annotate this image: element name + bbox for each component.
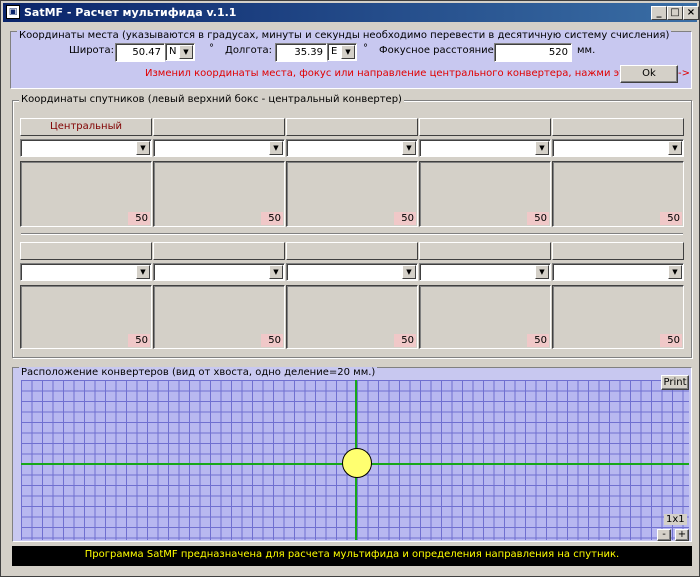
- title-bar: ▣ SatMF - Расчет мультифида v.1.1 _ □ ×: [3, 3, 699, 22]
- satellites-legend: Координаты спутников (левый верхний бокс…: [19, 94, 404, 105]
- chevron-down-icon[interactable]: ▼: [535, 265, 549, 279]
- satellite-select[interactable]: ▼: [286, 139, 418, 157]
- satellite-select[interactable]: ▼: [286, 263, 418, 281]
- satellite-header: [286, 118, 418, 136]
- satellite-value-badge: 50: [261, 212, 283, 225]
- ok-button[interactable]: Ok: [620, 65, 678, 83]
- degree-symbol: °: [209, 43, 214, 54]
- satellite-box[interactable]: 50: [419, 285, 551, 349]
- satellite-header: [153, 118, 285, 136]
- satellite-value-badge: 50: [261, 334, 283, 347]
- satellite-value-badge: 50: [660, 334, 682, 347]
- window-title: SatMF - Расчет мультифида v.1.1: [24, 6, 237, 19]
- satellite-select[interactable]: ▼: [20, 263, 152, 281]
- satellite-header: [20, 242, 152, 260]
- chevron-down-icon[interactable]: ▼: [402, 265, 416, 279]
- satellite-header: [153, 242, 285, 260]
- focus-input[interactable]: 520: [494, 43, 572, 62]
- latitude-input[interactable]: 50.47: [115, 43, 165, 62]
- main-window: ▣ SatMF - Расчет мультифида v.1.1 _ □ × …: [0, 0, 700, 577]
- chevron-down-icon[interactable]: ▼: [341, 45, 355, 59]
- satellite-box[interactable]: 50: [286, 285, 418, 349]
- satellite-value-badge: 50: [128, 334, 150, 347]
- satellite-value-badge: 50: [394, 212, 416, 225]
- latitude-direction-value: N: [169, 46, 177, 57]
- chevron-down-icon[interactable]: ▼: [136, 141, 150, 155]
- longitude-input[interactable]: 35.39: [275, 43, 327, 62]
- chevron-down-icon[interactable]: ▼: [402, 141, 416, 155]
- satellite-value-badge: 50: [660, 212, 682, 225]
- status-bar: Программа SatMF предназначена для расчет…: [12, 546, 692, 566]
- degree-symbol: °: [363, 43, 368, 54]
- satellite-header: [286, 242, 418, 260]
- satellite-value-badge: 50: [527, 212, 549, 225]
- chevron-down-icon[interactable]: ▼: [179, 45, 193, 59]
- chevron-down-icon[interactable]: ▼: [136, 265, 150, 279]
- chevron-down-icon[interactable]: ▼: [668, 265, 682, 279]
- satellite-header: [552, 242, 684, 260]
- satellite-box[interactable]: 50: [153, 285, 285, 349]
- satellite-select[interactable]: ▼: [153, 139, 285, 157]
- longitude-direction-value: E: [331, 46, 338, 57]
- satellite-box[interactable]: 50: [286, 161, 418, 227]
- satellite-select[interactable]: ▼: [153, 263, 285, 281]
- longitude-direction-select[interactable]: E ▼: [327, 43, 357, 61]
- satellite-header-central: Центральный: [20, 118, 152, 136]
- chevron-down-icon[interactable]: ▼: [535, 141, 549, 155]
- converters-layout-panel: Расположение конвертеров (вид от хвоста,…: [12, 367, 692, 542]
- chevron-down-icon[interactable]: ▼: [668, 141, 682, 155]
- satellite-box[interactable]: 50: [552, 285, 684, 349]
- chevron-down-icon[interactable]: ▼: [269, 141, 283, 155]
- latitude-direction-select[interactable]: N ▼: [165, 43, 195, 61]
- satellite-header: [552, 118, 684, 136]
- satellite-header: [419, 118, 551, 136]
- chevron-down-icon[interactable]: ▼: [269, 265, 283, 279]
- focus-unit: мм.: [577, 45, 596, 56]
- satellite-select[interactable]: ▼: [20, 139, 152, 157]
- satellite-select[interactable]: ▼: [552, 139, 684, 157]
- converters-legend: Расположение конвертеров (вид от хвоста,…: [19, 367, 378, 378]
- close-button[interactable]: ×: [683, 6, 699, 20]
- satellite-box[interactable]: 50: [552, 161, 684, 227]
- satellite-value-badge: 50: [128, 212, 150, 225]
- maximize-button[interactable]: □: [667, 6, 683, 20]
- satellite-box[interactable]: 50: [153, 161, 285, 227]
- satellite-value-badge: 50: [394, 334, 416, 347]
- satellite-select[interactable]: ▼: [552, 263, 684, 281]
- location-panel: Координаты места (указываются в градусах…: [10, 30, 692, 89]
- satellite-box[interactable]: 50: [20, 285, 152, 349]
- satellite-box[interactable]: 50: [419, 161, 551, 227]
- location-legend: Координаты места (указываются в градусах…: [17, 30, 672, 41]
- satellite-select[interactable]: ▼: [419, 263, 551, 281]
- satellite-select[interactable]: ▼: [419, 139, 551, 157]
- satellite-header: [419, 242, 551, 260]
- app-icon: ▣: [6, 5, 20, 19]
- zoom-out-button[interactable]: -: [657, 529, 671, 541]
- zoom-in-button[interactable]: +: [675, 529, 689, 541]
- latitude-label: Широта:: [69, 45, 114, 56]
- longitude-label: Долгота:: [225, 45, 273, 56]
- scale-label: 1x1: [664, 514, 687, 525]
- focus-label: Фокусное расстояние:: [379, 45, 498, 56]
- central-converter-marker[interactable]: [342, 448, 372, 478]
- minimize-button[interactable]: _: [651, 6, 667, 20]
- satellite-value-badge: 50: [527, 334, 549, 347]
- satellite-box-central[interactable]: 50: [20, 161, 152, 227]
- recalc-hint: Изменил координаты места, фокус или напр…: [145, 68, 691, 79]
- rows-divider: [21, 233, 683, 235]
- print-button[interactable]: Print: [661, 375, 689, 390]
